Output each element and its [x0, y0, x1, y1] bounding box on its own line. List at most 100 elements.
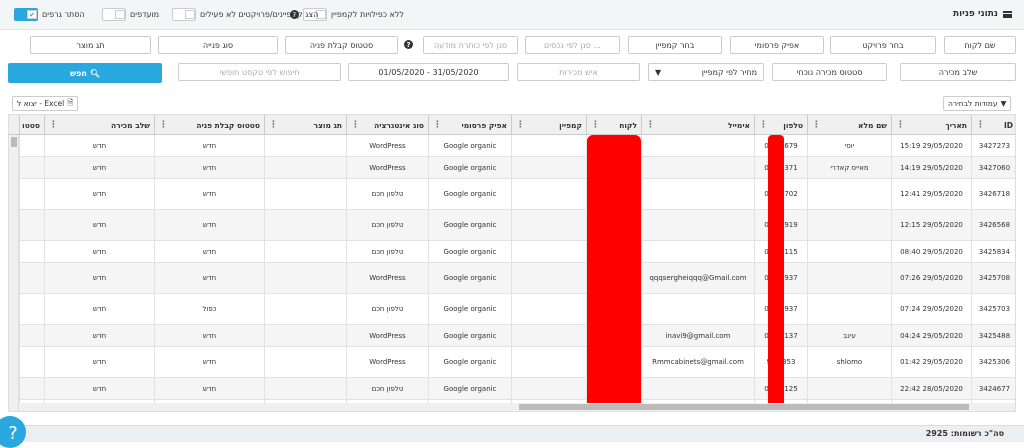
cell-id: 3424677	[971, 378, 1015, 399]
table-row[interactable]: 342467722:42 28/05/2020052 2125Google or…	[9, 378, 1015, 400]
cell-date: 07:26 29/05/2020	[891, 263, 971, 293]
cell-campaign	[511, 294, 586, 324]
menu-icon[interactable]	[1003, 10, 1012, 18]
page-title: נתוני פניות	[953, 9, 1012, 19]
cell-stage: חדש	[44, 241, 154, 262]
cell-status: חדש	[154, 210, 264, 240]
cell-integ: טלפון חכם	[346, 378, 428, 399]
cell-s2	[19, 378, 44, 399]
cell-campaign	[511, 157, 586, 178]
total-records: סה"כ רשומות: 2925	[925, 429, 1004, 438]
cell-channel: Google organic	[428, 179, 511, 209]
cell-campaign	[511, 135, 586, 156]
filter-receive-status[interactable]: סטטוס קבלת פניה	[285, 36, 398, 54]
cell-status: חדש	[154, 135, 264, 156]
cell-s2	[19, 179, 44, 209]
table-row[interactable]: 342727315:19 29/05/2020יוסי054 0679Googl…	[9, 135, 1015, 157]
toggle-favorites[interactable]	[102, 8, 126, 21]
col-channel[interactable]: אפיק פרסומי ⋮	[428, 115, 511, 135]
col-integration[interactable]: סוג אינטגרציה ⋮	[346, 115, 428, 135]
cell-stage: חדש	[44, 325, 154, 346]
cell-stage: חדש	[44, 210, 154, 240]
cell-channel: Google organic	[428, 263, 511, 293]
table-row[interactable]: 342671812:41 29/05/2020052 0702Google or…	[9, 179, 1015, 210]
toggle-hide-charts[interactable]: ✔	[14, 8, 38, 21]
table-header: ID ⋮ תאריך ⋮ שם מלא ⋮ טלפון ⋮ אימייל ⋮ לקוח ⋮ …	[9, 115, 1015, 135]
cell-integ: טלפון חכם	[346, 241, 428, 262]
cell-channel: Google organic	[428, 325, 511, 346]
check-icon: ✔	[27, 10, 37, 19]
footer-bar: סה"כ רשומות: 2925	[0, 425, 1024, 442]
table-row[interactable]: 342530601:42 29/05/2020shlomo99 6353Rmmc…	[9, 347, 1015, 378]
cell-id: 3426718	[971, 179, 1015, 209]
filter-channel[interactable]: אפיק פרסומי	[730, 36, 824, 54]
cell-name: יוסי	[807, 135, 891, 156]
option-label: הסתר גרפים	[42, 10, 85, 19]
filter-project[interactable]: בחר פרויקט	[830, 36, 936, 54]
cell-integ: WordPress	[346, 263, 428, 293]
toggle-inactive[interactable]	[172, 8, 196, 21]
table-row[interactable]: 342570807:26 29/05/2020055 1937qqqserghe…	[9, 263, 1015, 294]
table-row[interactable]: 342583408:40 29/05/2020054 6115Google or…	[9, 241, 1015, 263]
filter-agent[interactable]: איש מכירות	[517, 63, 640, 81]
filter-product-tag[interactable]: תג מוצר	[30, 36, 151, 54]
search-button[interactable]: חפש 🔍︎	[8, 63, 162, 83]
cell-date: 04:24 29/05/2020	[891, 325, 971, 346]
option-label: מועדפים	[130, 10, 160, 19]
option-favorites[interactable]: מועדפים	[102, 8, 159, 21]
cell-id: 3425834	[971, 241, 1015, 262]
col-campaign[interactable]: קמפיין ⋮	[511, 115, 586, 135]
table-row[interactable]: 342548804:24 29/05/2020עינב052 3137inavi…	[9, 325, 1015, 347]
col-receive-status[interactable]: סטטוס קבלת פניה ⋮	[154, 115, 264, 135]
cell-campaign	[511, 179, 586, 209]
cell-name	[807, 294, 891, 324]
col-date[interactable]: תאריך ⋮	[891, 115, 971, 135]
cell-channel: Google organic	[428, 210, 511, 240]
vertical-scrollbar[interactable]	[9, 135, 19, 411]
col-id[interactable]: ID ⋮	[971, 115, 1015, 135]
filter-assets[interactable]: סנן לפי נכסים ...	[525, 36, 620, 54]
cell-integ: WordPress	[346, 325, 428, 346]
free-text-search[interactable]: חיפוש לפי טקסט חופשי	[178, 63, 341, 81]
table-row[interactable]: 342656812:15 29/05/2020050 9919Google or…	[9, 210, 1015, 241]
cell-tag	[264, 210, 346, 240]
filter-client[interactable]: שם לקוח	[944, 36, 1016, 54]
cell-s2	[19, 325, 44, 346]
col-product-tag[interactable]: תג מוצר ⋮	[264, 115, 346, 135]
filter-price-select[interactable]: ▼ מחיר לפי קמפיין	[648, 63, 764, 81]
cell-date: 22:42 28/05/2020	[891, 378, 971, 399]
horizontal-scrollbar[interactable]	[19, 403, 1015, 411]
col-phone[interactable]: טלפון ⋮	[754, 115, 807, 135]
filter-date-range[interactable]: 01/05/2020 - 31/05/2020	[348, 63, 509, 81]
filter-ad-title[interactable]: סנן לפי כותרת מודעה	[423, 36, 518, 54]
cell-tag	[264, 157, 346, 178]
col-status-cut[interactable]: סטטו	[19, 115, 44, 135]
col-client[interactable]: לקוח ⋮	[586, 115, 641, 135]
export-excel-button[interactable]: יצוא ל - Excel 🗎	[12, 96, 79, 111]
cell-status: חדש	[154, 263, 264, 293]
option-inactive[interactable]: הצג קמפיינים/פרויקטים לא פעילים	[172, 8, 318, 21]
col-sale-stage[interactable]: שלב מכירה ⋮	[44, 115, 154, 135]
filter-campaign[interactable]: בחר קמפיין	[628, 36, 722, 54]
cell-s2	[19, 263, 44, 293]
cell-tag	[264, 179, 346, 209]
col-name[interactable]: שם מלא ⋮	[807, 115, 891, 135]
cell-stage: חדש	[44, 378, 154, 399]
cell-channel: Google organic	[428, 157, 511, 178]
filter-lead-type[interactable]: סוג פנייה	[158, 36, 278, 54]
option-hide-charts[interactable]: הסתר גרפים ✔	[14, 8, 85, 21]
filter-sale-stage[interactable]: שלב מכירה	[900, 63, 1016, 81]
help-icon[interactable]: ?	[404, 40, 413, 49]
cell-channel: Google organic	[428, 294, 511, 324]
help-chat-button[interactable]: ?	[0, 416, 26, 448]
columns-select-button[interactable]: עמודות לבחירה ▼	[943, 96, 1012, 111]
dropdown-arrow-icon: ▼	[655, 67, 662, 77]
col-email[interactable]: אימייל ⋮	[641, 115, 754, 135]
table-row[interactable]: 342706014:19 29/05/2020מאייס קאדרי053 83…	[9, 157, 1015, 179]
filter-sale-status[interactable]: סטטוס מכירה נוכחי	[772, 63, 887, 81]
cell-status: חדש	[154, 378, 264, 399]
cell-tag	[264, 347, 346, 377]
table-row[interactable]: 342570307:24 29/05/2020055 1937Google or…	[9, 294, 1015, 325]
cell-name: מאייס קאדרי	[807, 157, 891, 178]
cell-status: חדש	[154, 241, 264, 262]
